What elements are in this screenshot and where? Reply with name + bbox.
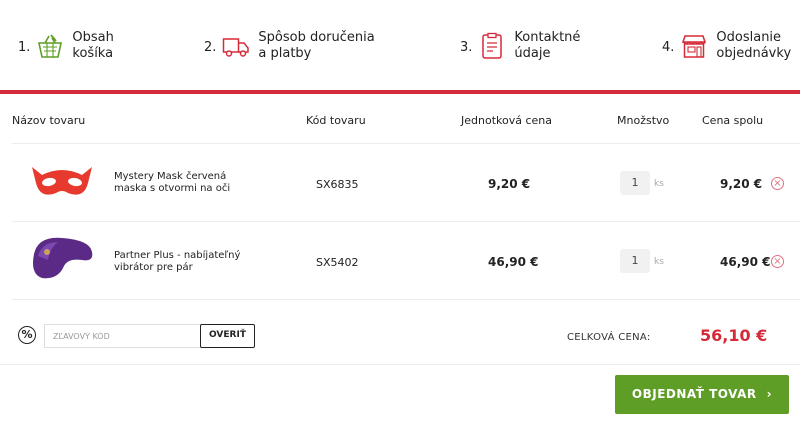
product-name[interactable]: Partner Plus - nabíjateľný vibrátor pre … [114, 250, 254, 274]
product-code: SX5402 [316, 256, 359, 269]
product-name[interactable]: Mystery Mask červená maska s otvormi na … [114, 171, 254, 195]
product-image-vibrator[interactable] [28, 232, 96, 284]
coupon-input[interactable] [44, 324, 202, 348]
header-name: Názov tovaru [12, 114, 86, 127]
clipboard-icon [482, 32, 503, 59]
percent-icon: % [18, 326, 36, 344]
chevron-right-icon: › [766, 387, 773, 401]
row-total-price: 46,90 € [720, 255, 771, 269]
row-divider [12, 299, 800, 300]
quantity-unit: ks [654, 257, 664, 267]
step-number: 3. [460, 40, 473, 55]
step-label: Spôsob doručenia a platby [258, 30, 375, 61]
order-button[interactable]: OBJEDNAŤ TOVAR › [615, 375, 789, 414]
quantity-input[interactable]: 1 [620, 171, 650, 195]
header-unit-price: Jednotková cena [461, 114, 552, 127]
step-number: 2. [204, 40, 217, 55]
step-label: Odoslanie objednávky [716, 30, 792, 61]
product-code: SX6835 [316, 178, 359, 191]
remove-item-icon[interactable]: × [771, 255, 784, 268]
verify-coupon-button[interactable]: OVERIŤ [200, 324, 255, 348]
header-code: Kód tovaru [306, 114, 366, 127]
step-cart[interactable]: 1. Obsah košíka [18, 30, 114, 62]
row-total-price: 9,20 € [720, 177, 763, 191]
step-delivery[interactable]: 2. Spôsob doručenia a platby [204, 30, 375, 62]
footer-divider [0, 364, 800, 365]
step-number: 4. [662, 40, 675, 55]
product-image-mask[interactable] [28, 161, 96, 201]
order-button-label: OBJEDNAŤ TOVAR [631, 387, 757, 401]
step-label: Kontaktné údaje [514, 30, 581, 61]
row-divider [12, 143, 800, 144]
checkout-steps: 1. Obsah košíka 2. Spôsob doručenia a pl… [0, 0, 800, 90]
steps-divider [0, 90, 800, 94]
total-label: CELKOVÁ CENA: [567, 332, 651, 343]
step-submit[interactable]: 4. Odoslanie objednávky [662, 30, 791, 62]
truck-icon [223, 38, 250, 57]
header-total: Cena spolu [702, 114, 764, 127]
step-number: 1. [18, 40, 31, 55]
row-divider [12, 221, 800, 222]
step-label: Obsah košíka [72, 30, 114, 61]
step-contact[interactable]: 3. Kontaktné údaje [460, 30, 580, 62]
header-quantity: Množstvo [617, 114, 670, 127]
remove-item-icon[interactable]: × [771, 177, 784, 190]
unit-price: 46,90 € [488, 255, 539, 269]
shop-icon [682, 35, 707, 58]
quantity-input[interactable]: 1 [620, 249, 650, 273]
quantity-unit: ks [654, 179, 664, 189]
total-value: 56,10 € [700, 326, 768, 345]
unit-price: 9,20 € [488, 177, 531, 191]
basket-icon [38, 34, 63, 58]
